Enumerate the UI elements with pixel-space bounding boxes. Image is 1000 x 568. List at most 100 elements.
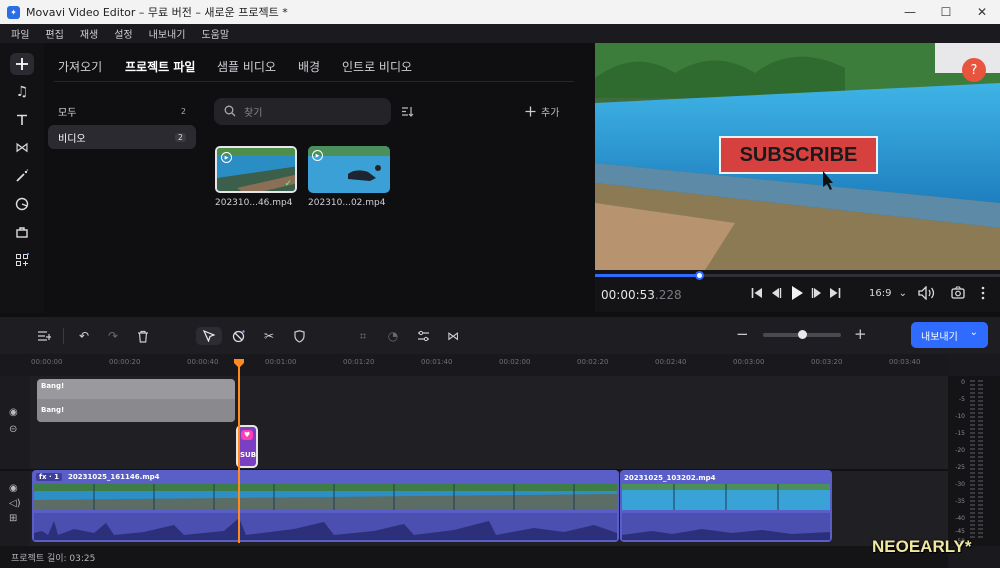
meter-label: -35 bbox=[955, 498, 965, 505]
menu-help[interactable]: 도움말 bbox=[201, 26, 229, 41]
chevron-down-icon: ⌄ bbox=[898, 288, 908, 299]
category-video[interactable]: 비디오 2 bbox=[48, 125, 196, 149]
next-frame-icon[interactable] bbox=[811, 287, 823, 299]
meter-bar-left bbox=[970, 380, 975, 540]
video-track-header: ◉ ◁) ⊞ bbox=[0, 471, 30, 546]
play-icon[interactable] bbox=[790, 285, 804, 301]
audio-waveform bbox=[34, 513, 617, 540]
category-all-count: 2 bbox=[180, 106, 186, 116]
sort-icon[interactable] bbox=[401, 105, 414, 118]
add-files-icon[interactable] bbox=[10, 53, 34, 75]
close-button[interactable]: ✕ bbox=[964, 0, 1000, 24]
video-clip-name: 20231025_161146.mp4 bbox=[67, 473, 160, 481]
ruler-tick: 00:03:00 bbox=[733, 358, 765, 366]
prev-frame-icon[interactable] bbox=[770, 287, 782, 299]
ruler-tick: 00:03:40 bbox=[889, 358, 921, 366]
sticker-icon[interactable] bbox=[10, 193, 34, 215]
text-icon[interactable] bbox=[10, 109, 34, 131]
sticker-clip-label: SUB bbox=[240, 451, 257, 459]
more-options-icon[interactable] bbox=[980, 286, 986, 300]
audio-icon[interactable]: ◁) bbox=[9, 498, 21, 509]
time-ruler[interactable]: 00:00:00 00:00:20 00:00:40 00:01:00 00:0… bbox=[0, 354, 948, 376]
category-video-label: 비디오 bbox=[58, 133, 86, 145]
crop-icon[interactable]: ⌗ bbox=[354, 327, 372, 345]
video-preview[interactable]: SUBSCRIBE ? bbox=[595, 43, 1000, 270]
title-clip[interactable]: Bang! Bang! bbox=[37, 379, 235, 422]
more-tools-icon[interactable] bbox=[10, 249, 34, 271]
snapshot-camera-icon[interactable] bbox=[951, 286, 965, 299]
video-clip[interactable]: fx · 1 20231025_161146.mp4 bbox=[32, 470, 619, 542]
tab-divider bbox=[54, 81, 574, 82]
tab-project-files[interactable]: 프로젝트 파일 bbox=[125, 58, 195, 75]
left-toolbar: ♫ ⋈ bbox=[0, 43, 44, 313]
delete-trash-icon[interactable] bbox=[134, 327, 152, 345]
category-all[interactable]: 모두 2 bbox=[48, 99, 196, 123]
play-icon: ▶ bbox=[221, 152, 232, 163]
timeline-panel: ↶ ↷ ✂ ⌗ ◔ ⋈ − + 내보내기 ⌄ 00:00:00 00:00:20… bbox=[0, 317, 1000, 568]
adjust-sliders-icon[interactable] bbox=[414, 327, 432, 345]
link-icon[interactable]: ⊝ bbox=[9, 424, 17, 435]
eye-visibility-icon[interactable]: ◉ bbox=[9, 407, 18, 418]
menu-edit[interactable]: 편집 bbox=[45, 26, 63, 41]
razor-tool-icon[interactable] bbox=[229, 327, 247, 345]
help-button[interactable]: ? bbox=[962, 58, 986, 82]
plus-icon bbox=[525, 106, 536, 117]
meter-label: 0 bbox=[961, 379, 965, 386]
zoom-in-button[interactable]: + bbox=[854, 325, 867, 343]
elements-bag-icon[interactable] bbox=[10, 221, 34, 243]
ruler-tick: 00:02:40 bbox=[655, 358, 687, 366]
effects-wand-icon[interactable] bbox=[10, 165, 34, 187]
transition-wizard-icon[interactable]: ⋈ bbox=[444, 327, 462, 345]
tab-import[interactable]: 가져오기 bbox=[58, 58, 102, 75]
export-button[interactable]: 내보내기 ⌄ bbox=[911, 322, 988, 348]
undo-icon[interactable]: ↶ bbox=[75, 327, 93, 345]
meter-label: -30 bbox=[955, 481, 965, 488]
maximize-button[interactable]: ☐ bbox=[928, 0, 964, 24]
ruler-tick: 00:00:00 bbox=[31, 358, 63, 366]
menu-settings[interactable]: 설정 bbox=[114, 26, 132, 41]
select-cursor-icon[interactable] bbox=[196, 327, 222, 345]
media-thumbnail[interactable]: ▶ ✓ bbox=[215, 146, 297, 193]
media-thumbnail[interactable]: ▶ bbox=[308, 146, 390, 193]
meter-label: -5 bbox=[959, 396, 965, 403]
music-icon[interactable]: ♫ bbox=[10, 81, 34, 103]
minimize-button[interactable]: — bbox=[892, 0, 928, 24]
meter-bar-right bbox=[978, 380, 983, 540]
aspect-ratio-select[interactable]: 16:9 ⌄ bbox=[869, 288, 907, 299]
playhead-line bbox=[238, 363, 240, 543]
cut-scissors-icon[interactable]: ✂ bbox=[260, 327, 278, 345]
chevron-down-icon: ⌄ bbox=[969, 327, 978, 338]
title-clip-lower bbox=[37, 399, 235, 422]
tab-backgrounds[interactable]: 배경 bbox=[298, 58, 320, 75]
zoom-out-button[interactable]: − bbox=[736, 325, 749, 343]
transitions-icon[interactable]: ⋈ bbox=[10, 137, 34, 159]
meter-label: -40 bbox=[955, 515, 965, 522]
category-all-label: 모두 bbox=[58, 107, 77, 119]
lock-icon[interactable]: ⊞ bbox=[9, 513, 17, 524]
menu-file[interactable]: 파일 bbox=[11, 26, 29, 41]
meter-label: -20 bbox=[955, 447, 965, 454]
add-track-icon[interactable] bbox=[35, 327, 53, 345]
eye-visibility-icon[interactable]: ◉ bbox=[9, 483, 18, 494]
menu-play[interactable]: 재생 bbox=[80, 26, 98, 41]
status-bar: 프로젝트 길이: 03:25 bbox=[0, 546, 948, 568]
zoom-slider-knob[interactable] bbox=[798, 330, 807, 339]
tab-sample-videos[interactable]: 샘플 비디오 bbox=[217, 58, 276, 75]
add-button[interactable]: 추가 bbox=[525, 104, 559, 119]
skip-end-icon[interactable] bbox=[829, 287, 841, 299]
check-icon: ✓ bbox=[284, 179, 292, 189]
search-input[interactable]: 찾기 bbox=[214, 98, 391, 125]
speed-icon[interactable]: ◔ bbox=[384, 327, 402, 345]
skip-start-icon[interactable] bbox=[751, 287, 763, 299]
video-clip[interactable]: 20231025_103202.mp4 bbox=[620, 470, 832, 542]
tab-intro-videos[interactable]: 인트로 비디오 bbox=[342, 58, 412, 75]
redo-icon[interactable]: ↷ bbox=[104, 327, 122, 345]
add-label: 추가 bbox=[541, 108, 560, 119]
timeline-toolbar: ↶ ↷ ✂ ⌗ ◔ ⋈ − + 내보내기 ⌄ bbox=[0, 317, 1000, 354]
movavi-app-icon: ✦ bbox=[7, 5, 20, 19]
menu-export[interactable]: 내보내기 bbox=[149, 26, 186, 41]
stabilize-shield-icon[interactable] bbox=[290, 327, 308, 345]
meter-label: -10 bbox=[955, 413, 965, 420]
preview-progress-knob[interactable] bbox=[695, 271, 705, 280]
volume-icon[interactable] bbox=[918, 286, 935, 300]
